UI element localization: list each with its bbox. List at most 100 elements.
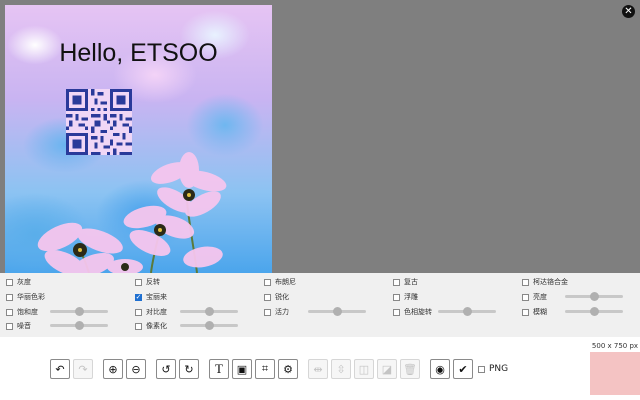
noise-checkbox[interactable] xyxy=(6,322,13,330)
rotate-left-icon: ↺ xyxy=(161,362,171,376)
filter-label: 锐化 xyxy=(275,293,289,301)
brightness-checkbox[interactable] xyxy=(522,293,529,301)
filter-label: 活力 xyxy=(275,308,289,316)
filter-label: 像素化 xyxy=(146,322,167,330)
png-label: PNG xyxy=(489,364,509,374)
brownie-checkbox[interactable] xyxy=(264,278,271,286)
invert-checkbox[interactable] xyxy=(135,278,142,286)
vibrance-checkbox[interactable] xyxy=(264,308,271,316)
filter-blur[interactable]: 模糊 xyxy=(522,305,547,319)
filter-hue-rotation[interactable]: 色相旋转 xyxy=(393,305,432,319)
hue-rotation-slider[interactable] xyxy=(438,307,496,316)
slider-thumb[interactable] xyxy=(205,321,214,330)
filter-brownie[interactable]: 布朗尼 xyxy=(264,275,296,289)
pixelate-checkbox[interactable] xyxy=(135,322,142,330)
bring-forward-button[interactable]: ◫ xyxy=(354,359,374,379)
filter-noise[interactable]: 噪音 xyxy=(6,319,31,333)
filter-technicolor[interactable]: 华丽色彩 xyxy=(6,290,45,304)
output-preview[interactable] xyxy=(590,352,640,395)
settings-icon: ⚙ xyxy=(283,362,293,376)
image-canvas[interactable]: Hello, ETSOO xyxy=(5,5,272,273)
flip-horizontal-button[interactable]: ⇹ xyxy=(308,359,328,379)
slider-thumb[interactable] xyxy=(205,307,214,316)
undo-button[interactable]: ↶ xyxy=(50,359,70,379)
filter-vintage[interactable]: 复古 xyxy=(393,275,418,289)
rotate-right-button[interactable]: ↻ xyxy=(179,359,199,379)
zoom-in-button[interactable]: ⊕ xyxy=(103,359,123,379)
contrast-slider[interactable] xyxy=(180,307,238,316)
vibrance-slider[interactable] xyxy=(308,307,366,316)
send-backward-button[interactable]: ◪ xyxy=(377,359,397,379)
filter-invert[interactable]: 反转 xyxy=(135,275,160,289)
close-icon[interactable]: ✕ xyxy=(622,5,635,18)
contrast-checkbox[interactable] xyxy=(135,308,142,316)
filter-emboss[interactable]: 浮雕 xyxy=(393,290,418,304)
flip-vertical-icon: ⇳ xyxy=(336,362,346,376)
settings-button[interactable]: ⚙ xyxy=(278,359,298,379)
redo-button[interactable]: ↷ xyxy=(73,359,93,379)
editor-toolbar: ↶ ↷ ⊕ ⊖ ↺ ↻ T ▣ ⌗ ⚙ ⇹ ⇳ ◫ ◪ 🗑 ◉ ✔ PNG xyxy=(50,359,508,379)
crop-button[interactable]: ⌗ xyxy=(255,359,275,379)
hue-rotation-checkbox[interactable] xyxy=(393,308,400,316)
brightness-slider[interactable] xyxy=(565,292,623,301)
zoom-in-icon: ⊕ xyxy=(108,362,118,376)
apply-icon: ✔ xyxy=(458,362,468,376)
image-icon: ▣ xyxy=(236,362,248,376)
filter-grayscale[interactable]: 灰度 xyxy=(6,275,31,289)
filter-pixelate[interactable]: 像素化 xyxy=(135,319,167,333)
filter-kodachrome[interactable]: 柯达铬合金 xyxy=(522,275,568,289)
slider-thumb[interactable] xyxy=(333,307,342,316)
flip-vertical-button[interactable]: ⇳ xyxy=(331,359,351,379)
filter-label: 模糊 xyxy=(533,308,547,316)
slider-thumb[interactable] xyxy=(590,292,599,301)
slider-thumb[interactable] xyxy=(590,307,599,316)
kodachrome-checkbox[interactable] xyxy=(522,278,529,286)
crop-icon: ⌗ xyxy=(261,362,269,375)
slider-thumb[interactable] xyxy=(463,307,472,316)
filter-vibrance[interactable]: 活力 xyxy=(264,305,289,319)
delete-icon: 🗑 xyxy=(403,362,417,376)
filter-label: 柯达铬合金 xyxy=(533,278,568,286)
rotate-right-icon: ↻ xyxy=(184,362,194,376)
filter-saturation[interactable]: 饱和度 xyxy=(6,305,38,319)
apply-button[interactable]: ✔ xyxy=(453,359,473,379)
filter-contrast[interactable]: 对比度 xyxy=(135,305,167,319)
png-option[interactable]: PNG xyxy=(478,364,508,374)
add-text-button[interactable]: T xyxy=(209,359,229,379)
filter-panel: 灰度 反转 布朗尼 复古 柯达铬合金 华丽色彩 ✓ 宝丽来 锐化 浮雕 亮度 饱和… xyxy=(0,273,640,337)
noise-slider[interactable] xyxy=(50,321,108,330)
png-checkbox[interactable] xyxy=(478,365,485,373)
filter-label: 对比度 xyxy=(146,308,167,316)
send-backward-icon: ◪ xyxy=(381,362,393,376)
editor-stage: Hello, ETSOO ✕ xyxy=(0,0,640,273)
preview-icon: ◉ xyxy=(435,362,445,376)
filter-label: 亮度 xyxy=(533,293,547,301)
rotate-left-button[interactable]: ↺ xyxy=(156,359,176,379)
filter-sharpen[interactable]: 锐化 xyxy=(264,290,289,304)
delete-button[interactable]: 🗑 xyxy=(400,359,420,379)
sharpen-checkbox[interactable] xyxy=(264,293,271,301)
pixelate-slider[interactable] xyxy=(180,321,238,330)
saturation-slider[interactable] xyxy=(50,307,108,316)
grayscale-checkbox[interactable] xyxy=(6,278,13,286)
zoom-out-button[interactable]: ⊖ xyxy=(126,359,146,379)
filter-brightness[interactable]: 亮度 xyxy=(522,290,547,304)
preview-button[interactable]: ◉ xyxy=(430,359,450,379)
bring-forward-icon: ◫ xyxy=(358,362,370,376)
vintage-checkbox[interactable] xyxy=(393,278,400,286)
filter-polaroid[interactable]: ✓ 宝丽来 xyxy=(135,290,167,304)
output-dimensions: 500 x 750 px xyxy=(591,342,639,350)
filter-label: 华丽色彩 xyxy=(17,293,45,301)
blur-slider[interactable] xyxy=(565,307,623,316)
filter-label: 饱和度 xyxy=(17,308,38,316)
technicolor-checkbox[interactable] xyxy=(6,293,13,301)
polaroid-checkbox[interactable]: ✓ xyxy=(135,293,142,301)
filter-label: 灰度 xyxy=(17,278,31,286)
filter-label: 宝丽来 xyxy=(146,293,167,301)
saturation-checkbox[interactable] xyxy=(6,308,13,316)
blur-checkbox[interactable] xyxy=(522,308,529,316)
add-image-button[interactable]: ▣ xyxy=(232,359,252,379)
emboss-checkbox[interactable] xyxy=(393,293,400,301)
slider-thumb[interactable] xyxy=(75,307,84,316)
slider-thumb[interactable] xyxy=(75,321,84,330)
